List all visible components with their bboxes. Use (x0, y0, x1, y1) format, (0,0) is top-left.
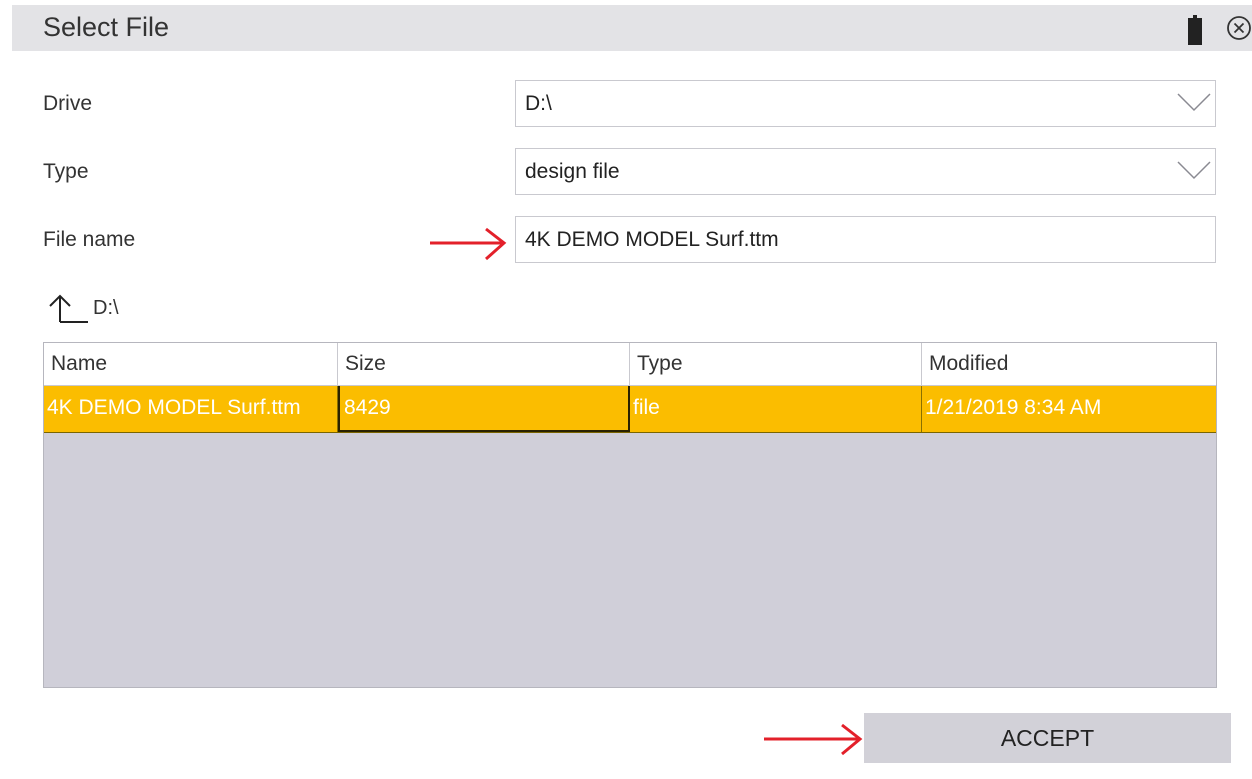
dialog-title: Select File (43, 12, 170, 42)
chevron-down-icon (1177, 93, 1211, 112)
cell-modified: 1/21/2019 8:34 AM (925, 396, 1102, 419)
title-bar: Select File (12, 5, 1252, 51)
type-dropdown[interactable]: design file (515, 148, 1216, 195)
annotation-arrow-icon (430, 227, 507, 261)
drive-dropdown[interactable]: D:\ (515, 80, 1216, 127)
file-list[interactable]: Name Size Type Modified 4K DEMO MODEL Su… (43, 342, 1217, 688)
chevron-down-icon (1177, 161, 1211, 180)
current-path-text: D:\ (93, 297, 119, 319)
drive-label: Drive (43, 92, 93, 115)
file-name-input[interactable]: 4K DEMO MODEL Surf.ttm (515, 216, 1216, 263)
table-row[interactable]: 4K DEMO MODEL Surf.ttm 8429 file 1/21/20… (44, 386, 1216, 433)
column-header-type[interactable]: Type (630, 343, 922, 386)
file-name-label: File name (43, 228, 136, 251)
cell-name: 4K DEMO MODEL Surf.ttm (44, 386, 338, 432)
accept-button[interactable]: ACCEPT (864, 713, 1231, 763)
folder-up-icon[interactable] (44, 292, 88, 326)
column-header-name[interactable]: Name (44, 343, 338, 386)
close-icon[interactable] (1225, 14, 1252, 42)
cell-size: 8429 (338, 386, 630, 432)
type-label: Type (43, 160, 89, 183)
column-header-modified[interactable]: Modified (922, 343, 1216, 386)
cell-type: file (630, 386, 922, 432)
file-list-header: Name Size Type Modified (44, 343, 1216, 386)
column-header-size[interactable]: Size (338, 343, 630, 386)
drive-value: D:\ (525, 92, 552, 115)
battery-icon (1188, 15, 1202, 45)
annotation-arrow-icon (764, 723, 863, 756)
type-value: design file (525, 160, 620, 183)
file-name-value: 4K DEMO MODEL Surf.ttm (525, 228, 779, 251)
